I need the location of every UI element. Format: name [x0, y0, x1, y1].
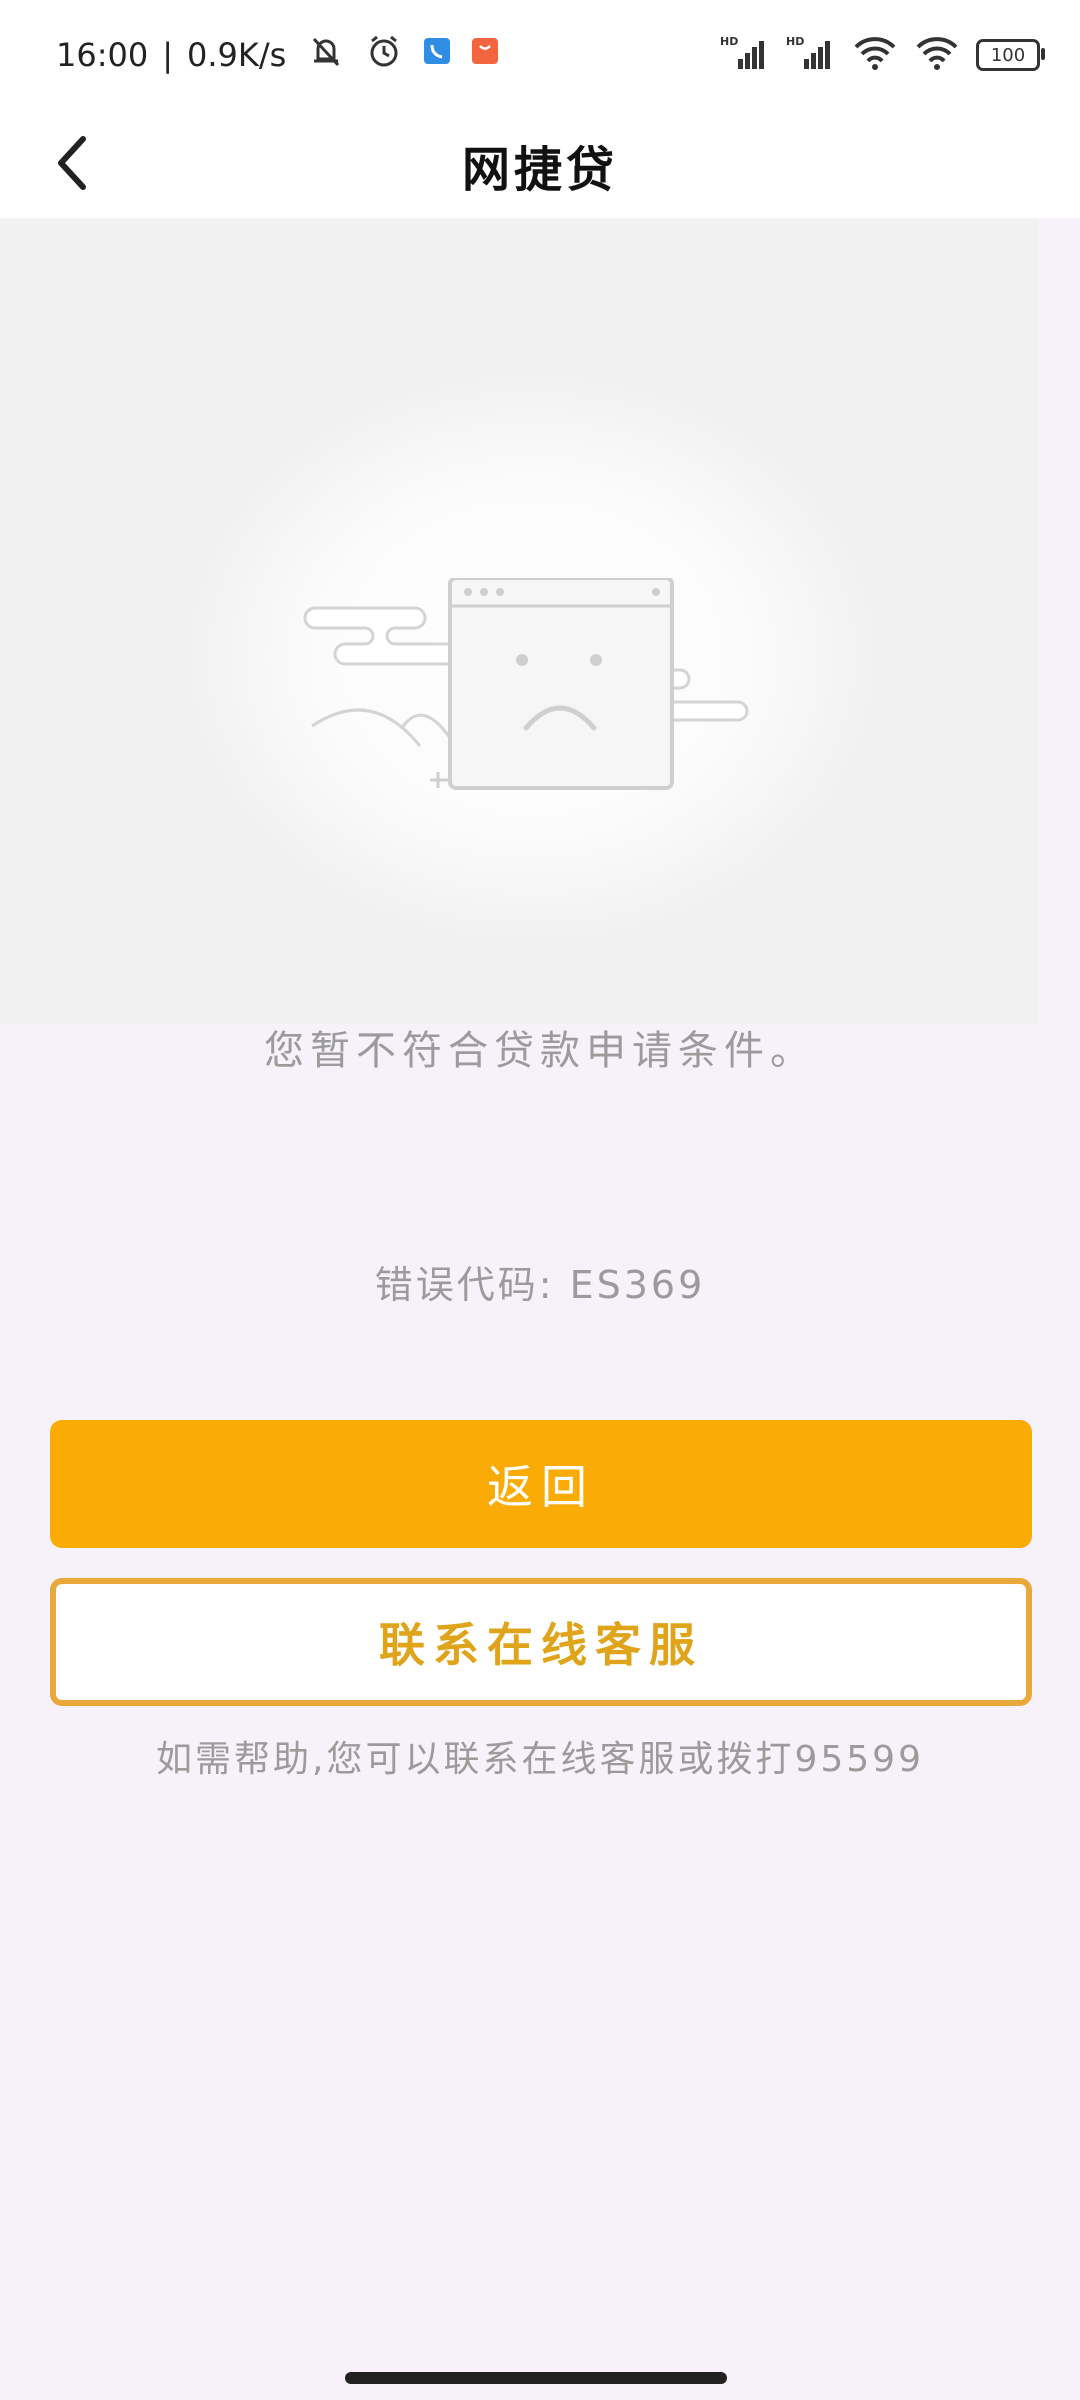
status-time: 16:00: [56, 36, 149, 74]
svg-text:HD: HD: [786, 35, 804, 48]
cloud-shape: [303, 606, 467, 666]
svg-text:HD: HD: [720, 35, 738, 48]
status-left: 16:00 | 0.9K/s: [56, 30, 500, 80]
status-right: HD HD 100: [720, 30, 1045, 80]
battery-level: 100: [990, 44, 1026, 66]
sad-window-illustration: [303, 578, 749, 790]
phone-app-icon: [422, 36, 452, 74]
window-frame: [448, 578, 674, 790]
status-bar: 16:00 | 0.9K/s HD HD 100: [0, 0, 1080, 108]
alarm-icon: [364, 31, 404, 79]
network-speed: 0.9K/s: [187, 36, 287, 74]
ground-curve: [311, 708, 452, 747]
wifi-icon: [914, 33, 960, 77]
nav-bar: 网捷贷: [0, 108, 1080, 218]
ineligible-message: 您暂不符合贷款申请条件。: [264, 1028, 816, 1074]
notification-icons: [306, 31, 500, 79]
contact-service-button[interactable]: 联系在线客服: [50, 1578, 1032, 1706]
store-app-icon: [470, 36, 500, 74]
wifi-icon: [852, 33, 898, 77]
page-title: 网捷贷: [461, 142, 618, 198]
back-button[interactable]: [38, 128, 108, 198]
home-indicator[interactable]: [345, 2372, 727, 2384]
chevron-left-icon: [58, 136, 86, 190]
return-button[interactable]: 返回: [50, 1420, 1032, 1548]
help-text: 如需帮助,您可以联系在线客服或拨打95599: [156, 1739, 924, 1780]
hd-signal-icon: HD: [786, 33, 836, 77]
battery-icon: 100: [976, 39, 1045, 71]
illustration-panel: [0, 218, 1038, 1024]
error-code: 错误代码: ES369: [374, 1263, 706, 1307]
hd-signal-icon: HD: [720, 33, 770, 77]
status-separator: |: [162, 36, 173, 74]
mute-bell-icon: [306, 31, 346, 79]
